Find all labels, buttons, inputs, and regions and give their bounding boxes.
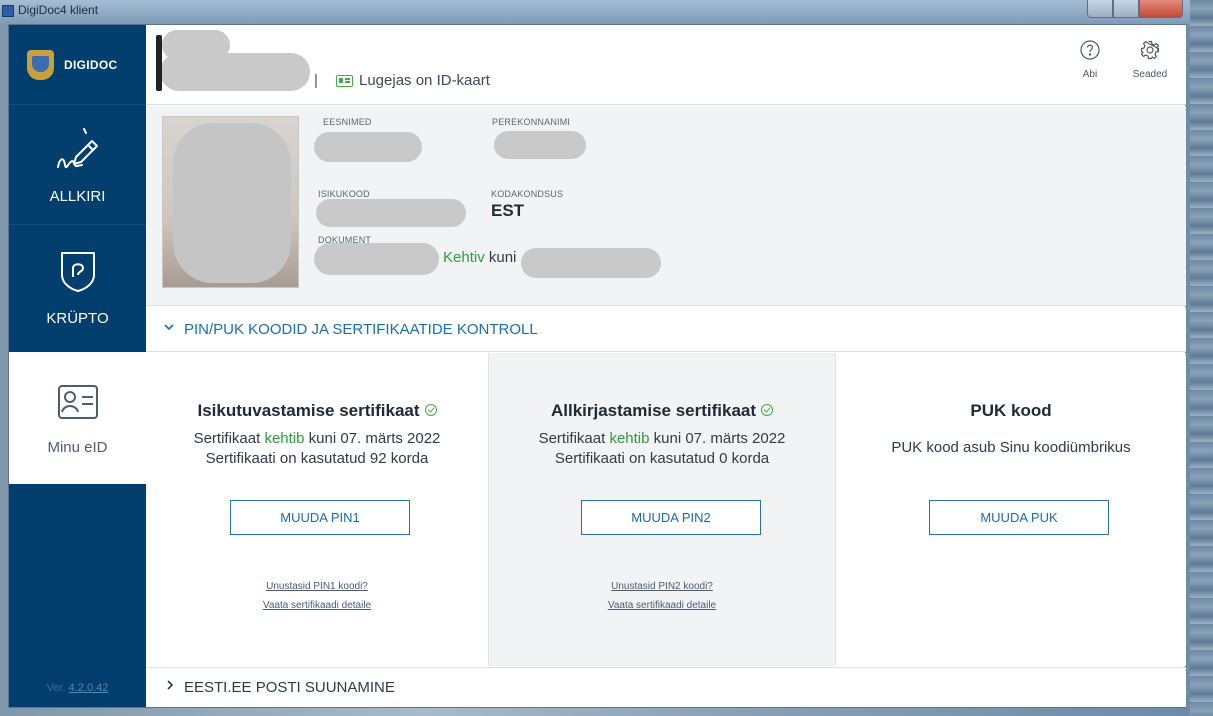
help-icon (1080, 40, 1100, 64)
card-title: PUK kood (970, 401, 1052, 420)
redacted-id-code (316, 199, 466, 227)
view-cert-details-link[interactable]: Vaata sertifikaadi detaile (146, 600, 488, 611)
close-button[interactable] (1139, 0, 1183, 18)
id-card-icon (336, 75, 353, 87)
pin-puk-section-toggle[interactable]: PIN/PUK KOODID JA SERTIFIKAATIDE KONTROL… (146, 307, 1186, 352)
auth-certificate-card: Isikutuvastamise sertifikaat Sertifikaat… (146, 353, 488, 666)
validity-suffix: kuni 07. märts 2022 (649, 430, 786, 447)
card-title-text: Allkirjastamise sertifikaat (550, 401, 757, 420)
shield-lock-icon (58, 249, 98, 298)
header: | Lugejas on ID-kaart Abi Seaded (146, 25, 1186, 105)
forgot-pin1-link[interactable]: Unustasid PIN1 koodi? (146, 581, 488, 592)
chevron-right-icon (164, 678, 176, 694)
redacted-lastname (494, 131, 586, 159)
help-button[interactable]: Abi (1070, 40, 1110, 80)
validity-suffix: kuni 07. märts 2022 (304, 430, 441, 447)
redacted-name (160, 53, 310, 91)
puk-info: PUK kood asub Sinu koodiümbrikus (891, 439, 1131, 456)
sidebar-item-minu-eid[interactable]: Minu eID (9, 352, 146, 484)
sign-certificate-card: Allkirjastamise sertifikaat Sertifikaat … (488, 353, 836, 666)
window-titlebar: DigiDoc4 klient (0, 0, 1213, 24)
reader-status: Lugejas on ID-kaart (359, 72, 490, 89)
validity-prefix: Sertifikaat (538, 430, 610, 447)
id-photo (162, 116, 299, 288)
card-title: Allkirjastamise sertifikaat (489, 401, 835, 421)
usage-count: Sertifikaati on kasutatud 0 korda (554, 450, 770, 467)
check-circle-icon (424, 404, 437, 416)
crest-icon (27, 49, 54, 80)
window-title: DigiDoc4 klient (18, 3, 99, 17)
settings-button[interactable]: Seaded (1130, 40, 1170, 80)
redacted-expiry (521, 248, 661, 278)
validity-status: Kehtiv (443, 249, 485, 266)
window-controls (1087, 0, 1183, 20)
sidebar-item-allkiri[interactable]: ALLKIRI (9, 105, 146, 225)
personal-data-panel: EESNIMED PEREKONNANIMI ISIKUKOOD KODAKON… (146, 106, 1186, 306)
card-edge (156, 35, 162, 91)
validity-status: kehtib (264, 430, 305, 447)
sidebar-item-krypto[interactable]: KRÜPTO (9, 225, 146, 350)
separator: | (314, 72, 318, 89)
change-pin1-button[interactable]: MUUDA PIN1 (230, 500, 410, 535)
card-title-text: Isikutuvastamise sertifikaat (197, 401, 420, 420)
validity-status: kehtib (609, 430, 650, 447)
settings-label: Seaded (1132, 69, 1168, 80)
redacted-photo (173, 123, 291, 283)
certificate-validity: Sertifikaat kehtib kuni 07. märts 2022 (489, 430, 835, 447)
forgot-pin2-link[interactable]: Unustasid PIN2 koodi? (489, 581, 835, 592)
card-title: Isikutuvastamise sertifikaat (146, 401, 488, 421)
puk-card: PUK kood PUK kood asub Sinu koodiümbriku… (836, 353, 1186, 666)
sidebar-item-label: KRÜPTO (46, 310, 109, 327)
section-title: EESTI.EE POSTI SUUNAMINE (184, 679, 395, 696)
logo-text: DIGIDOC (64, 57, 118, 72)
maximize-button[interactable] (1113, 0, 1139, 18)
app-window: DIGIDOC ALLKIRI KRÜPTO Minu eID Ver. 4.2… (8, 24, 1186, 708)
version-prefix: Ver. (46, 682, 69, 694)
usage-count: Sertifikaati on kasutatud 92 korda (205, 450, 429, 467)
document-validity: Kehtiv kuni (443, 249, 516, 266)
logo: DIGIDOC (9, 25, 146, 105)
certificate-validity: Sertifikaat kehtib kuni 07. märts 2022 (146, 430, 488, 447)
chevron-down-icon (163, 320, 175, 336)
change-puk-button[interactable]: MUUDA PUK (929, 500, 1109, 535)
sidebar: DIGIDOC ALLKIRI KRÜPTO Minu eID Ver. 4.2… (9, 25, 146, 707)
version-info: Ver. 4.2.0.42 (9, 682, 146, 694)
citizenship-label: KODAKONDSUS (491, 189, 564, 199)
desktop-background (1190, 0, 1213, 716)
validity-until: kuni (488, 249, 517, 266)
lastname-label: PEREKONNANIMI (492, 117, 571, 127)
check-circle-icon (761, 404, 774, 416)
firstname-label: EESNIMED (323, 117, 372, 127)
id-code-label: ISIKUKOOD (318, 189, 370, 199)
validity-prefix: Sertifikaat (193, 430, 265, 447)
email-redirect-section-toggle[interactable]: EESTI.EE POSTI SUUNAMINE (146, 667, 1186, 707)
sidebar-item-label: ALLKIRI (49, 188, 106, 205)
section-title: PIN/PUK KOODID JA SERTIFIKAATIDE KONTROL… (184, 321, 538, 338)
citizenship-value: EST (491, 201, 525, 220)
app-icon (2, 5, 14, 17)
signature-icon (54, 127, 102, 180)
sidebar-item-label: Minu eID (47, 439, 108, 456)
help-label: Abi (1082, 69, 1098, 80)
version-link[interactable]: 4.2.0.42 (69, 682, 109, 694)
id-card-icon (57, 384, 99, 425)
minimize-button[interactable] (1087, 0, 1113, 18)
gear-icon (1140, 40, 1160, 64)
change-pin2-button[interactable]: MUUDA PIN2 (581, 500, 761, 535)
redacted-document (314, 243, 439, 275)
view-cert-details-link[interactable]: Vaata sertifikaadi detaile (489, 600, 835, 611)
redacted-firstname (314, 132, 422, 162)
